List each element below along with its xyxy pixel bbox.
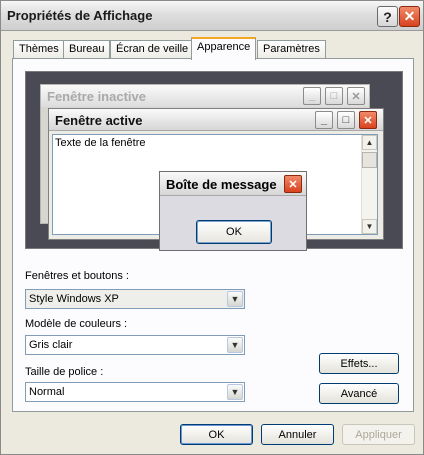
display-properties-window: Propriétés de Affichage ? ✕ Thèmes Burea… bbox=[0, 0, 424, 455]
close-icon: ✕ bbox=[347, 87, 365, 105]
cancel-button[interactable]: Annuler bbox=[261, 424, 334, 445]
close-button[interactable]: ✕ bbox=[399, 6, 420, 27]
close-icon: ✕ bbox=[403, 8, 416, 24]
tab-bureau[interactable]: Bureau bbox=[63, 40, 111, 59]
minimize-icon: _ bbox=[315, 111, 333, 129]
close-icon: ✕ bbox=[284, 175, 302, 193]
ok-button[interactable]: OK bbox=[180, 424, 253, 445]
apply-button: Appliquer bbox=[342, 424, 415, 445]
color-scheme-label: Modèle de couleurs : bbox=[25, 318, 128, 330]
scroll-up-icon: ▲ bbox=[362, 135, 377, 150]
minimize-icon: _ bbox=[303, 87, 321, 105]
message-box-sample: Boîte de message ✕ OK bbox=[159, 171, 307, 251]
appearance-panel: Fenêtre inactive _ □ ✕ Fenêtre active _ … bbox=[12, 58, 414, 412]
tab-screensaver[interactable]: Écran de veille bbox=[110, 40, 195, 59]
help-button[interactable]: ? bbox=[377, 6, 398, 27]
chevron-down-icon[interactable]: ▼ bbox=[227, 337, 243, 353]
maximize-icon: □ bbox=[337, 111, 355, 129]
tab-appearance[interactable]: Apparence bbox=[191, 37, 257, 60]
appearance-preview: Fenêtre inactive _ □ ✕ Fenêtre active _ … bbox=[25, 71, 403, 251]
font-size-value: Normal bbox=[29, 386, 65, 398]
tab-themes[interactable]: Thèmes bbox=[13, 40, 65, 59]
tab-settings[interactable]: Paramètres bbox=[257, 40, 326, 59]
font-size-select[interactable]: Normal ▼ bbox=[25, 382, 245, 402]
window-text-sample: Texte de la fenêtre bbox=[55, 137, 146, 149]
font-size-label: Taille de police : bbox=[25, 366, 104, 378]
advanced-button[interactable]: Avancé bbox=[319, 383, 399, 404]
windows-buttons-value: Style Windows XP bbox=[29, 293, 119, 305]
scroll-down-icon: ▼ bbox=[362, 219, 377, 234]
close-icon: ✕ bbox=[359, 111, 377, 129]
effects-button[interactable]: Effets... bbox=[319, 353, 399, 374]
active-window-sample: Fenêtre active _ □ ✕ Texte de la fenêtre… bbox=[48, 108, 384, 251]
color-scheme-value: Gris clair bbox=[29, 339, 73, 351]
color-scheme-select[interactable]: Gris clair ▼ bbox=[25, 335, 245, 355]
message-box-ok-sample: OK bbox=[196, 220, 272, 244]
title-bar[interactable]: Propriétés de Affichage ? ✕ bbox=[1, 1, 423, 31]
window-title: Propriétés de Affichage bbox=[7, 8, 153, 23]
maximize-icon: □ bbox=[325, 87, 343, 105]
windows-buttons-select[interactable]: Style Windows XP ▼ bbox=[25, 289, 245, 309]
help-icon: ? bbox=[383, 8, 392, 25]
chevron-down-icon[interactable]: ▼ bbox=[227, 384, 243, 400]
chevron-down-icon[interactable]: ▼ bbox=[227, 291, 243, 307]
scroll-thumb bbox=[362, 152, 377, 168]
scrollbar-sample: ▲ ▼ bbox=[361, 135, 377, 234]
windows-buttons-label: Fenêtres et boutons : bbox=[25, 270, 129, 282]
